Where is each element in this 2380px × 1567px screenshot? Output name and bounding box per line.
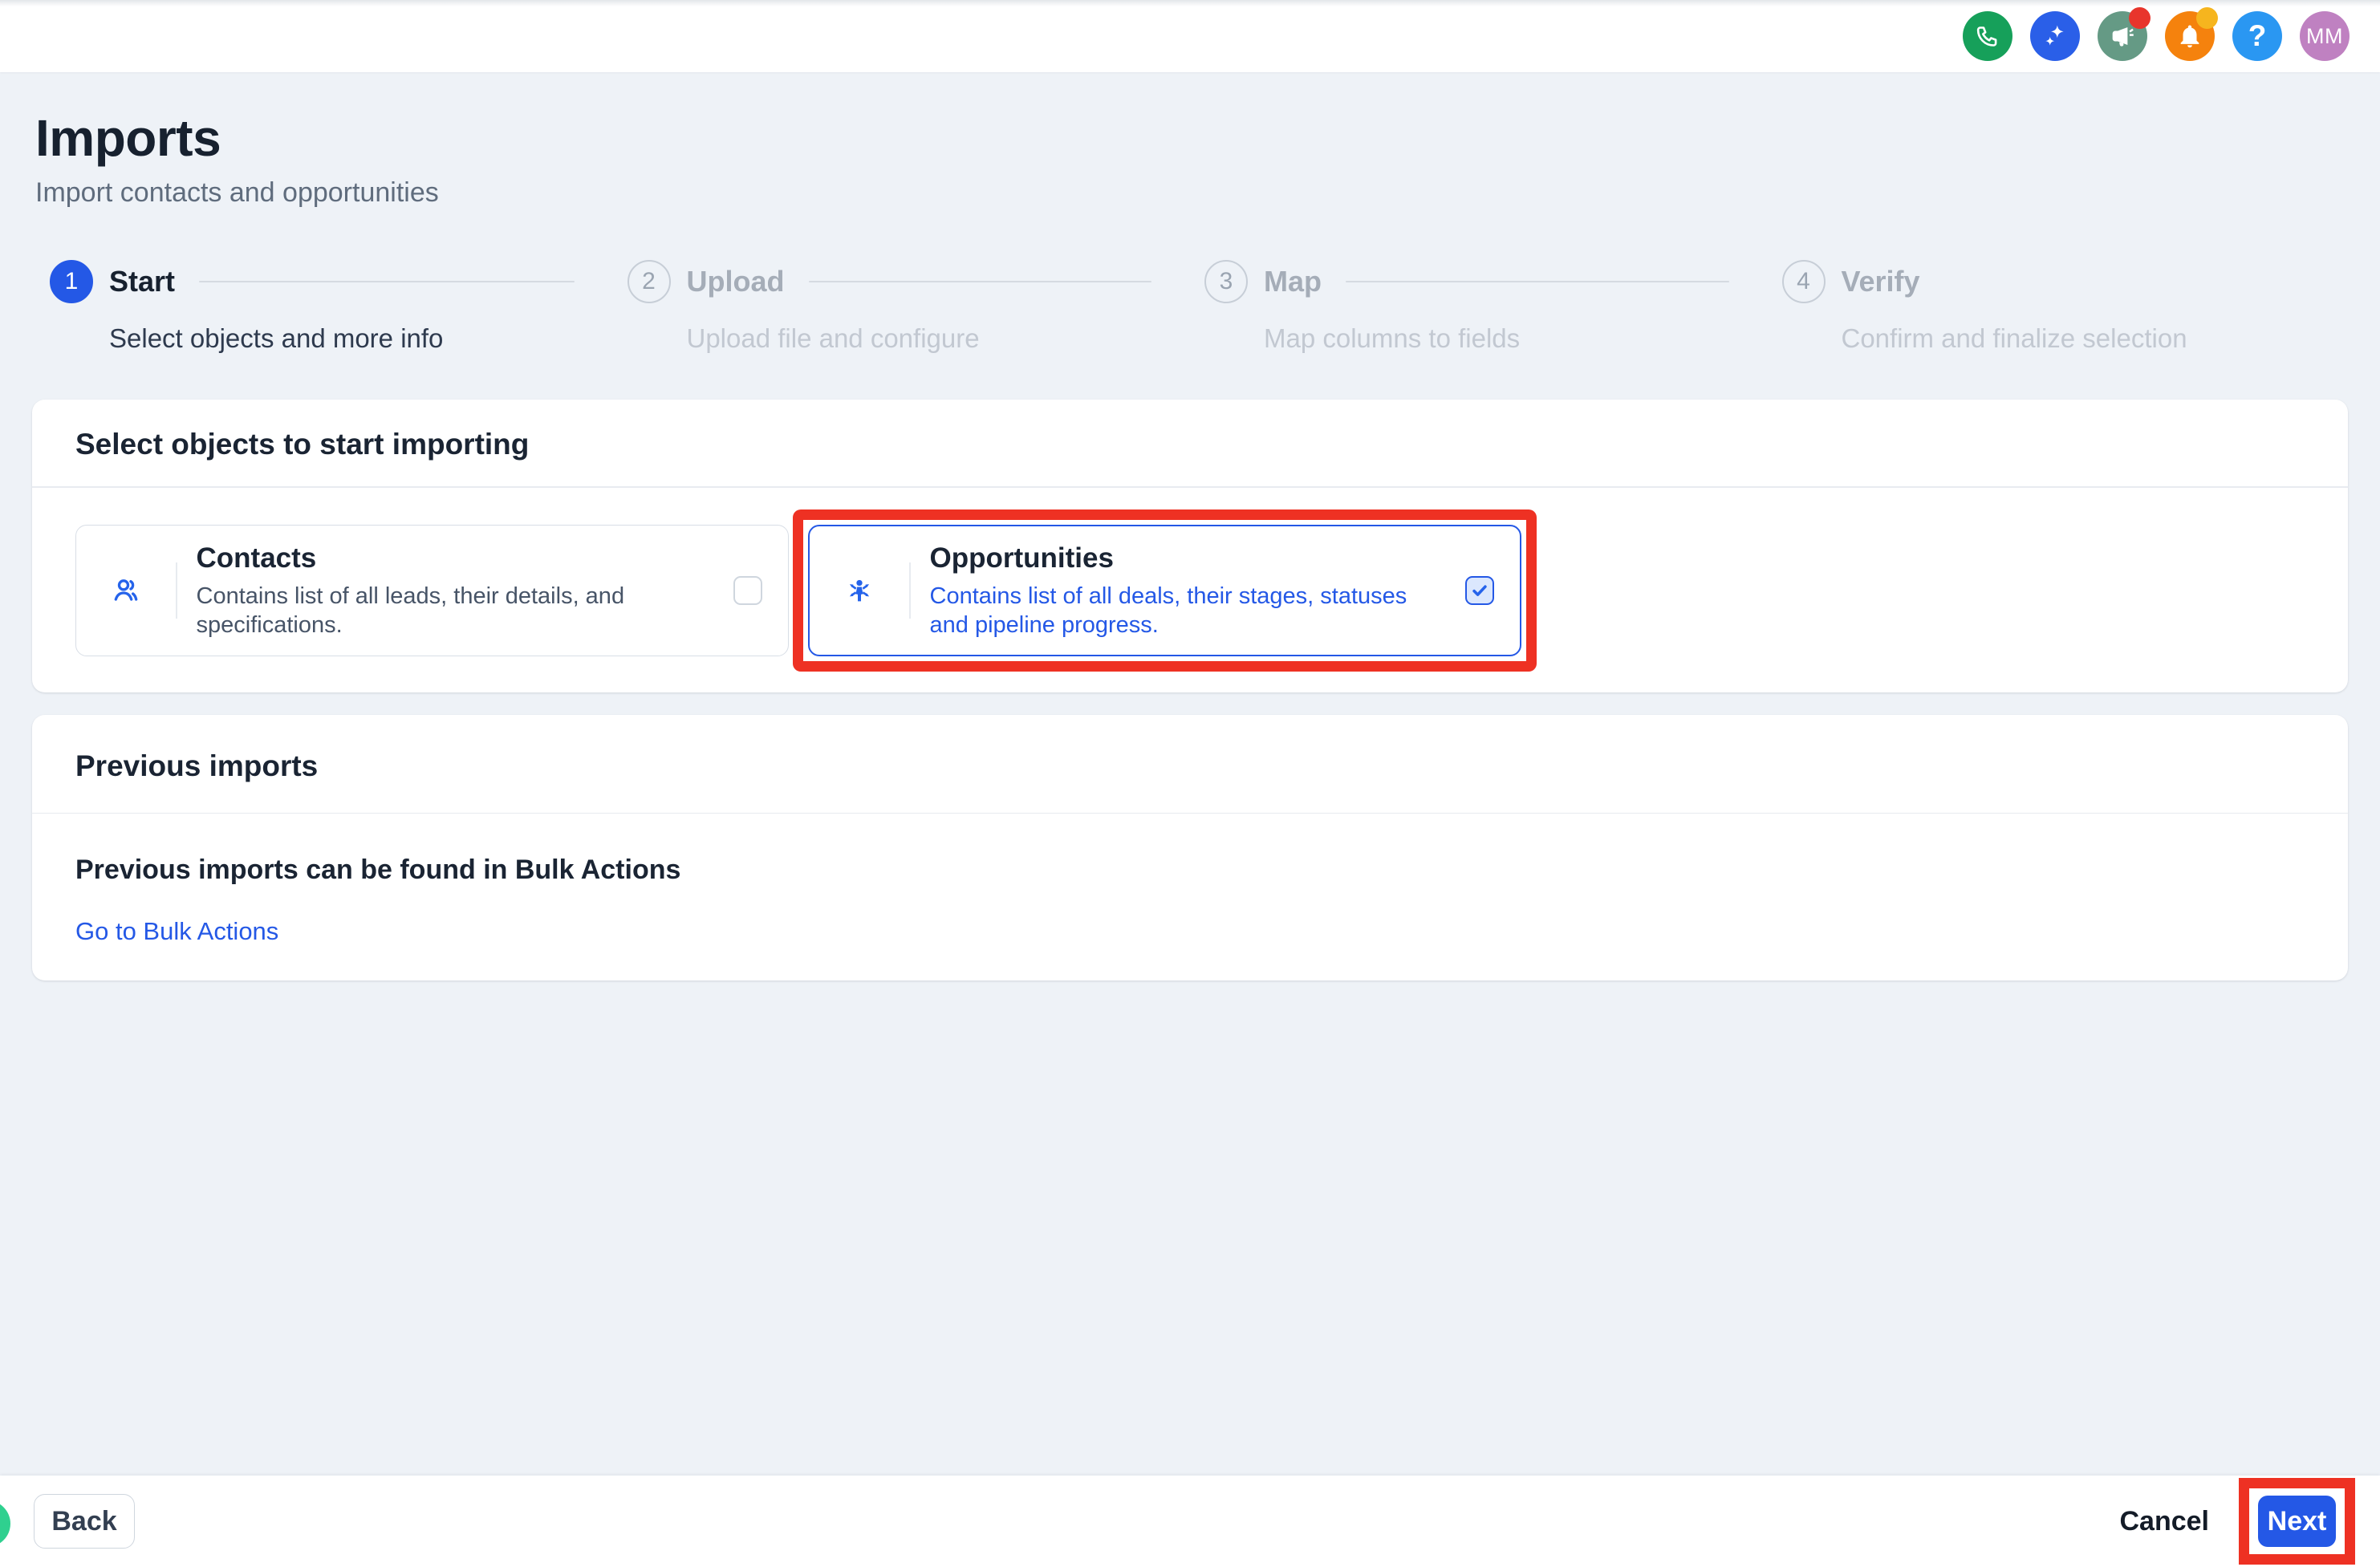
step-1-description: Select objects and more info	[109, 323, 575, 355]
page-header: Imports Import contacts and opportunitie…	[35, 72, 2345, 209]
step-4-label: Verify	[1842, 265, 1920, 298]
avatar[interactable]: MM	[2300, 11, 2350, 61]
step-2-description: Upload file and configure	[687, 323, 1152, 355]
previous-imports-text: Previous imports can be found in Bulk Ac…	[75, 854, 2305, 886]
step-1-number-badge: 1	[50, 260, 93, 303]
page-subtitle: Import contacts and opportunities	[35, 177, 2345, 209]
opportunities-person-arrows-icon	[810, 574, 909, 607]
option-card-contacts[interactable]: Contacts Contains list of all leads, the…	[75, 525, 789, 656]
notifications-badge	[2196, 7, 2218, 29]
step-2-label: Upload	[687, 265, 785, 298]
step-connector-line	[809, 281, 1152, 283]
phone-icon[interactable]	[1963, 11, 2012, 61]
contacts-option-description: Contains list of all leads, their detail…	[197, 582, 715, 639]
import-options-row: Contacts Contains list of all leads, the…	[32, 488, 2348, 692]
next-button[interactable]: Next	[2258, 1496, 2336, 1547]
opportunities-option-title: Opportunities	[930, 542, 1447, 575]
step-4-description: Confirm and finalize selection	[1842, 323, 2307, 355]
step-4-number-badge: 4	[1782, 260, 1826, 303]
step-connector-line	[199, 281, 574, 283]
top-bar: ? MM	[0, 0, 2380, 72]
step-3-map: 3 Map Map columns to fields	[1190, 260, 1768, 355]
option-card-opportunities[interactable]: Opportunities Contains list of all deals…	[808, 525, 1521, 656]
contacts-checkbox[interactable]	[733, 576, 762, 605]
step-connector-line	[1346, 281, 1729, 283]
step-1-start: 1 Start Select objects and more info	[35, 260, 613, 355]
step-3-number-badge: 3	[1204, 260, 1248, 303]
step-2-upload: 2 Upload Upload file and configure	[613, 260, 1191, 355]
previous-imports-heading: Previous imports	[32, 715, 2348, 813]
contacts-person-icon	[76, 574, 176, 607]
back-button[interactable]: Back	[34, 1494, 135, 1549]
announcements-badge	[2129, 7, 2151, 29]
window-top-shadow	[0, 0, 2380, 6]
go-to-bulk-actions-link[interactable]: Go to Bulk Actions	[75, 916, 278, 947]
announcements-icon[interactable]	[2098, 11, 2147, 61]
annotation-opportunities-highlight: Opportunities Contains list of all deals…	[793, 509, 1537, 672]
contacts-option-title: Contacts	[197, 542, 715, 575]
step-3-label: Map	[1264, 265, 1322, 298]
avatar-initials: MM	[2306, 24, 2343, 49]
page-title: Imports	[35, 109, 2345, 167]
opportunities-checkbox[interactable]	[1465, 576, 1494, 605]
annotation-next-highlight: Next	[2239, 1478, 2355, 1565]
select-objects-heading: Select objects to start importing	[32, 400, 2348, 486]
select-objects-card: Select objects to start importing Contac…	[32, 400, 2348, 692]
footer-action-bar: Back Cancel Next	[0, 1476, 2380, 1567]
previous-imports-card: Previous imports Previous imports can be…	[32, 715, 2348, 981]
checkmark-icon	[1470, 581, 1489, 600]
opportunities-option-description: Contains list of all deals, their stages…	[930, 582, 1447, 639]
help-icon[interactable]: ?	[2232, 11, 2282, 61]
option-card-contacts-wrap: Contacts Contains list of all leads, the…	[60, 509, 804, 672]
cancel-button[interactable]: Cancel	[2117, 1498, 2213, 1545]
step-2-number-badge: 2	[627, 260, 671, 303]
ai-sparkles-icon[interactable]	[2030, 11, 2080, 61]
step-3-description: Map columns to fields	[1264, 323, 1729, 355]
step-4-verify: 4 Verify Confirm and finalize selection	[1768, 260, 2345, 355]
notifications-icon[interactable]	[2165, 11, 2215, 61]
import-stepper: 1 Start Select objects and more info 2 U…	[35, 260, 2345, 355]
step-1-label: Start	[109, 265, 175, 298]
